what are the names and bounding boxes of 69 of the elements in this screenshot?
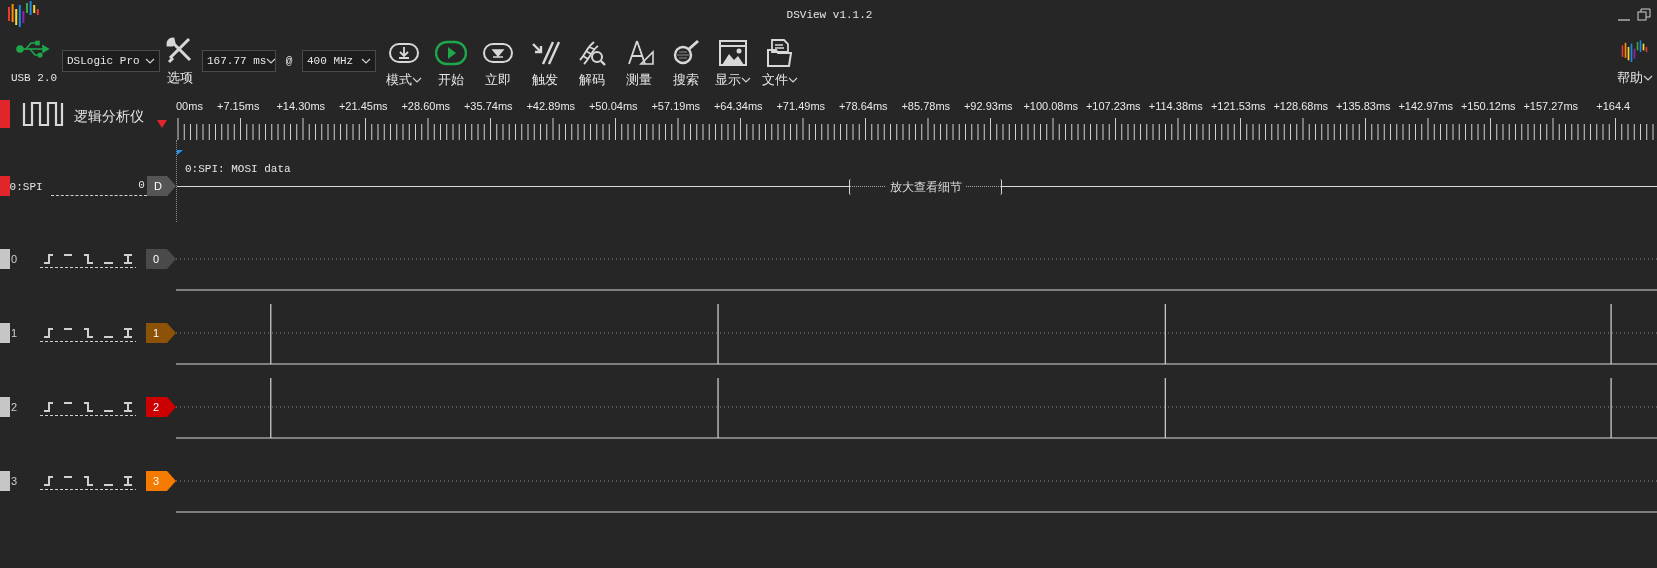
- toolbar-button[interactable]: 解码: [568, 30, 615, 90]
- time-label: +107.23ms: [1084, 98, 1142, 114]
- play-icon: [434, 38, 467, 68]
- usb-icon: [16, 40, 52, 58]
- time-label: +64.34ms: [712, 98, 764, 114]
- time-label: +7.15ms: [216, 98, 261, 114]
- time-label: +150.12ms: [1459, 98, 1517, 114]
- channel-marker: [0, 471, 10, 491]
- decoder-tag[interactable]: D: [146, 176, 176, 196]
- help-button[interactable]: 帮助: [1615, 30, 1655, 88]
- time-label: +100.08ms: [1022, 98, 1080, 114]
- channel-tag[interactable]: 1: [146, 323, 176, 343]
- channel-tag[interactable]: 0: [146, 249, 176, 269]
- restore-icon[interactable]: [1637, 8, 1651, 22]
- time-label: +50.04ms: [587, 98, 639, 114]
- device-select[interactable]: DSLogic Pro: [62, 50, 160, 72]
- time-label: +157.27ms: [1522, 98, 1580, 114]
- toolbar-button[interactable]: 测量: [615, 30, 662, 90]
- toolbar-button[interactable]: 模式: [380, 30, 427, 90]
- decoder-value: 0: [138, 178, 145, 194]
- dropdown-triangle-icon[interactable]: [157, 120, 167, 128]
- chevron-down-icon: [145, 56, 155, 66]
- time-label: +78.64ms: [837, 98, 889, 114]
- chevron-down-icon: [361, 56, 371, 66]
- cursor-flag-icon: [177, 150, 183, 155]
- toolbar-button[interactable]: 立即: [474, 30, 521, 90]
- app-logo: [6, 1, 42, 29]
- time-label: 00ms: [176, 98, 204, 114]
- at-label: @: [284, 54, 294, 69]
- channel-name: 2: [10, 399, 19, 415]
- channel-marker: [0, 249, 10, 269]
- time-label: +92.93ms: [962, 98, 1014, 114]
- square-wave-icon: [22, 100, 64, 128]
- decoder-annotation: 0:SPI: MOSI data: [185, 162, 292, 177]
- time-label: +28.60ms: [400, 98, 452, 114]
- decoder-name: 0:SPI: [9, 180, 43, 195]
- window-title: DSView v1.1.2: [785, 7, 874, 23]
- channel-name: 1: [10, 325, 19, 341]
- channel-marker: [0, 323, 10, 343]
- toolbar-button[interactable]: 搜索: [662, 30, 709, 90]
- usb-label: USB 2.0: [10, 71, 58, 86]
- options-button[interactable]: 选项: [160, 30, 200, 88]
- toolbar-button[interactable]: 文件: [756, 30, 803, 90]
- time-label: +142.97ms: [1397, 98, 1455, 114]
- time-label: +21.45ms: [337, 98, 389, 114]
- toolbar-button[interactable]: 触发: [521, 30, 568, 90]
- channel-name: 0: [10, 251, 19, 267]
- time-label: +35.74ms: [462, 98, 514, 114]
- frequency-select[interactable]: 400 MHz: [302, 50, 376, 72]
- toolbar-button[interactable]: 显示: [709, 30, 756, 90]
- channel-name: 3: [10, 473, 19, 489]
- time-label: +121.53ms: [1209, 98, 1267, 114]
- toolbar-button[interactable]: 开始: [427, 30, 474, 90]
- time-label: +42.89ms: [525, 98, 577, 114]
- time-label: +57.19ms: [650, 98, 702, 114]
- duration-select[interactable]: 167.77 ms: [202, 50, 276, 72]
- time-label: +14.30ms: [275, 98, 327, 114]
- mode-marker: [0, 100, 10, 128]
- time-label: +85.78ms: [900, 98, 952, 114]
- time-label: +135.83ms: [1334, 98, 1392, 114]
- time-label: +128.68ms: [1272, 98, 1330, 114]
- time-label: +71.49ms: [775, 98, 827, 114]
- chevron-down-icon: [266, 56, 277, 66]
- time-label: +164.4: [1595, 98, 1632, 114]
- zoom-hint-bracket: 放大查看细节: [849, 178, 1002, 195]
- mode-title: 逻辑分析仪: [74, 107, 144, 126]
- time-label: +114.38ms: [1147, 98, 1204, 114]
- channel-marker: [0, 397, 10, 417]
- channel-tag[interactable]: 2: [146, 397, 176, 417]
